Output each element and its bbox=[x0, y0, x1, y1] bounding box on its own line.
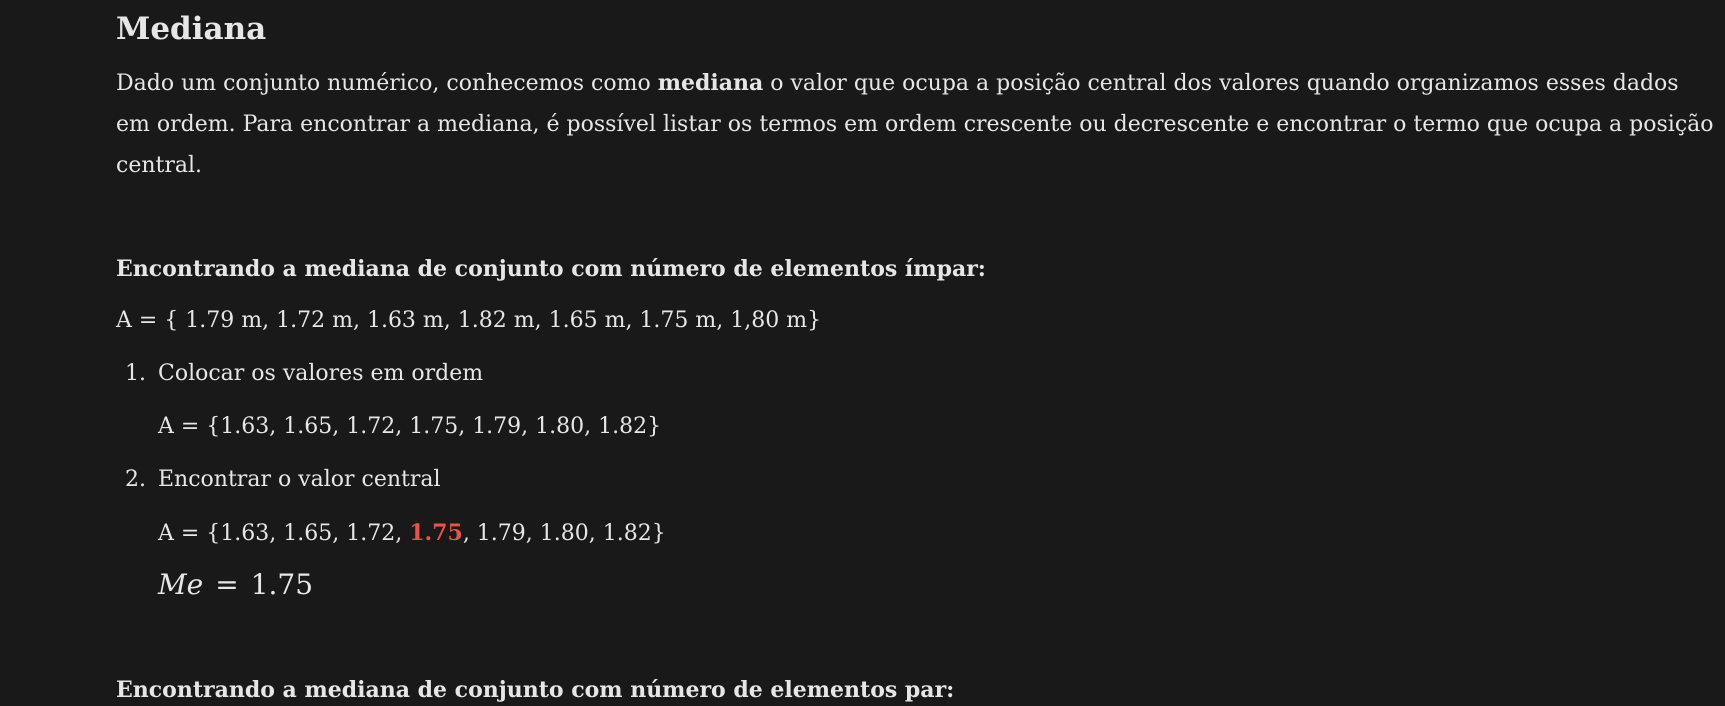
intro-text: Dado um conjunto numérico, conhecemos co… bbox=[116, 71, 658, 96]
highlighted-set: A = {1.63, 1.65, 1.72, 1.75, 1.79, 1.80,… bbox=[158, 517, 666, 550]
list-item-text: Encontrar o valor central bbox=[158, 467, 441, 492]
intro-text: o valor que ocupa a posição central dos … bbox=[763, 71, 1679, 96]
even-section-heading: Encontrando a mediana de conjunto com nú… bbox=[116, 677, 955, 703]
formula-operator: = bbox=[215, 568, 239, 601]
formula-variable: Me bbox=[158, 568, 204, 601]
list-item: 1. Colocar os valores em ordem bbox=[116, 358, 483, 390]
list-item: 2. Encontrar o valor central bbox=[116, 464, 441, 496]
intro-paragraph: Dado um conjunto numérico, conhecemos co… bbox=[116, 63, 1714, 186]
intro-bold-term: mediana bbox=[657, 70, 764, 96]
intro-line-1: Dado um conjunto numérico, conhecemos co… bbox=[116, 63, 1679, 104]
list-item-text: Colocar os valores em ordem bbox=[158, 361, 484, 386]
formula-value: 1.75 bbox=[250, 568, 314, 601]
page-title: Mediana bbox=[116, 11, 267, 47]
ordered-set: A = {1.63, 1.65, 1.72, 1.75, 1.79, 1.80,… bbox=[158, 414, 662, 439]
set-text: A = {1.63, 1.65, 1.72, bbox=[158, 521, 410, 546]
set-text: , 1.79, 1.80, 1.82} bbox=[462, 521, 666, 546]
median-value-highlight: 1.75 bbox=[409, 520, 463, 546]
intro-line-3: central. bbox=[116, 153, 203, 178]
median-formula: Me = 1.75 bbox=[158, 566, 313, 604]
list-number: 1. bbox=[125, 361, 146, 386]
set-definition: A = { 1.79 m, 1.72 m, 1.63 m, 1.82 m, 1.… bbox=[116, 308, 822, 333]
intro-line-2: em ordem. Para encontrar a mediana, é po… bbox=[116, 112, 1714, 137]
odd-section-heading: Encontrando a mediana de conjunto com nú… bbox=[116, 256, 986, 282]
list-number: 2. bbox=[125, 467, 146, 492]
